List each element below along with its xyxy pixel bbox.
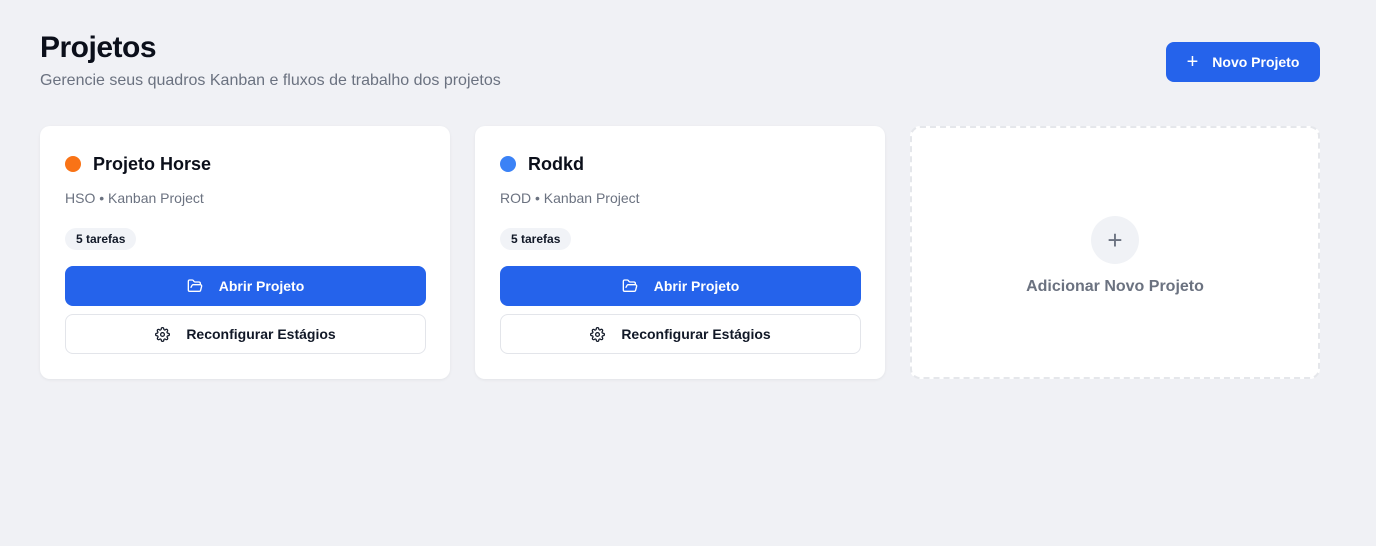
project-card-header: Projeto Horse xyxy=(65,152,426,176)
project-card-header: Rodkd xyxy=(500,152,861,176)
open-project-label: Abrir Projeto xyxy=(218,278,305,294)
project-meta: HSO • Kanban Project xyxy=(65,190,204,206)
project-color-dot xyxy=(65,156,81,172)
task-count-badge: 5 tarefas xyxy=(500,228,572,250)
page-subtitle: Gerencie seus quadros Kanban e fluxos de… xyxy=(40,72,501,89)
project-card: Rodkd ROD • Kanban Project 5 tarefas Abr… xyxy=(475,126,885,379)
page-header: Projetos Gerencie seus quadros Kanban e … xyxy=(40,30,501,92)
project-grid: Projeto Horse HSO • Kanban Project 5 tar… xyxy=(40,126,1320,379)
project-name: Projeto Horse xyxy=(93,153,212,174)
gear-icon xyxy=(155,326,171,342)
project-card: Projeto Horse HSO • Kanban Project 5 tar… xyxy=(40,126,450,379)
reconfigure-stages-label: Reconfigurar Estágios xyxy=(621,326,771,342)
new-project-button-label: Novo Projeto xyxy=(1212,54,1300,70)
add-new-project-label: Adicionar Novo Projeto xyxy=(1026,277,1204,295)
plus-icon: + xyxy=(1091,215,1139,264)
folder-open-icon xyxy=(622,278,638,294)
reconfigure-stages-button[interactable]: Reconfigurar Estágios xyxy=(500,314,861,354)
reconfigure-stages-label: Reconfigurar Estágios xyxy=(186,326,336,342)
folder-open-icon xyxy=(187,278,203,294)
new-project-button[interactable]: + Novo Projeto xyxy=(1166,42,1320,82)
gear-icon xyxy=(590,326,606,342)
project-name: Rodkd xyxy=(528,153,584,174)
reconfigure-stages-button[interactable]: Reconfigurar Estágios xyxy=(65,314,426,354)
project-meta: ROD • Kanban Project xyxy=(500,190,640,206)
add-new-project-card[interactable]: + Adicionar Novo Projeto xyxy=(910,126,1320,379)
open-project-label: Abrir Projeto xyxy=(653,278,740,294)
open-project-button[interactable]: Abrir Projeto xyxy=(500,266,861,306)
plus-icon: + xyxy=(1186,51,1199,73)
page-title: Projetos xyxy=(40,31,157,64)
open-project-button[interactable]: Abrir Projeto xyxy=(65,266,426,306)
project-color-dot xyxy=(500,156,516,172)
task-count-badge: 5 tarefas xyxy=(65,228,137,250)
